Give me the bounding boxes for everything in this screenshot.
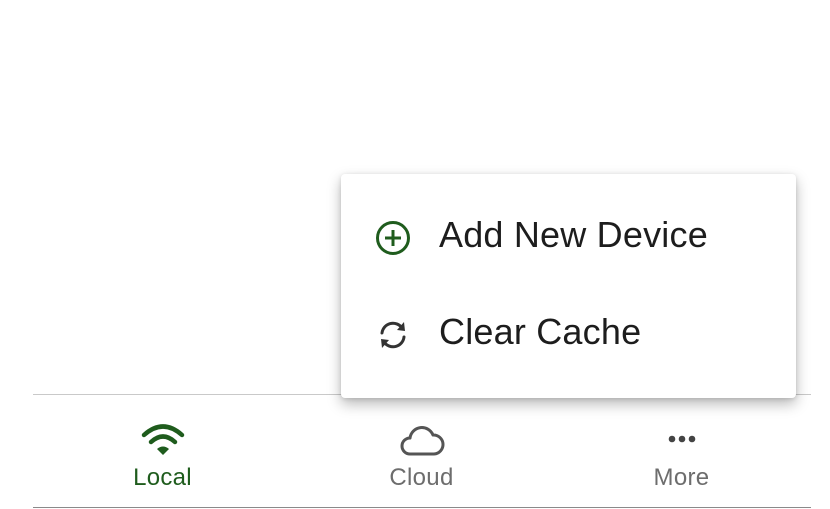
nav-item-cloud[interactable]: Cloud [292, 395, 551, 508]
menu-item-label: Add New Device [439, 214, 708, 255]
nav-label: Cloud [389, 464, 454, 491]
overflow-menu: Add New Device Clear Cache [341, 174, 796, 398]
nav-label: Local [133, 464, 192, 491]
nav-label: More [653, 464, 710, 491]
nav-item-more[interactable]: More [552, 395, 811, 508]
menu-item-clear-cache[interactable]: Clear Cache [341, 285, 796, 381]
bottom-navigation: Local Cloud More [33, 394, 811, 508]
refresh-icon [380, 321, 406, 349]
wifi-icon [141, 424, 184, 455]
screen: Add New Device Clear Cache Local Cloud M… [0, 0, 830, 509]
menu-item-label: Clear Cache [439, 311, 642, 352]
cloud-icon [400, 426, 444, 456]
more-horizontal-icon [668, 435, 695, 443]
nav-item-local[interactable]: Local [33, 395, 292, 508]
add-circle-icon [376, 221, 410, 255]
menu-item-add-new-device[interactable]: Add New Device [341, 188, 796, 284]
